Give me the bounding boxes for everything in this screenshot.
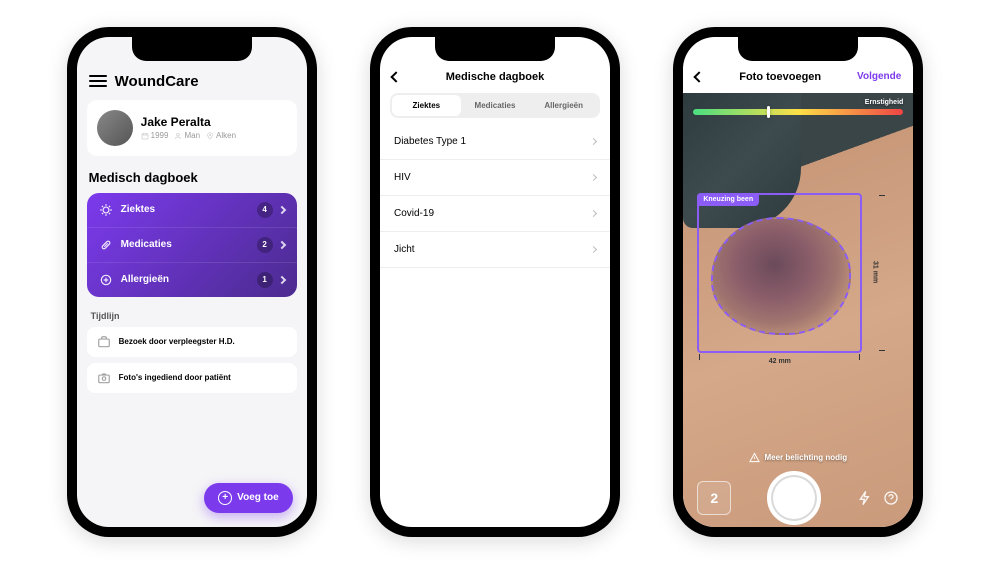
diary-item-ziektes[interactable]: Ziektes 4 <box>87 193 297 228</box>
photo-header: Foto toevoegen Volgende <box>683 67 913 93</box>
patient-name: Jake Peralta <box>141 115 236 129</box>
chevron-right-icon <box>277 275 285 283</box>
phone-frame-1: WoundCare Jake Peralta 1999 Man Alken Me… <box>67 27 317 537</box>
plus-icon: + <box>218 491 232 505</box>
phone-notch <box>132 37 252 61</box>
patient-card[interactable]: Jake Peralta 1999 Man Alken <box>87 100 297 156</box>
screen-diary-list: Medische dagboek Ziektes Medicaties Alle… <box>380 37 610 527</box>
list-item[interactable]: Jicht <box>380 232 610 268</box>
diary-item-allergieen[interactable]: Allergieën 1 <box>87 263 297 297</box>
app-title: WoundCare <box>115 73 199 90</box>
timeline-label: Foto's ingediend door patiënt <box>119 373 231 382</box>
shutter-button[interactable] <box>767 471 821 525</box>
severity-label: Ernstigheid <box>865 99 904 106</box>
diary-card: Ziektes 4 Medicaties 2 Allergieën 1 <box>87 193 297 297</box>
warning-text: Meer belichting nodig <box>764 453 847 462</box>
camera-controls: 2 <box>683 471 913 525</box>
timeline-label: Bezoek door verpleegster H.D. <box>119 337 235 346</box>
flash-icon[interactable] <box>857 490 873 506</box>
pill-icon <box>99 238 113 252</box>
count-badge: 2 <box>257 237 273 253</box>
patient-year: 1999 <box>151 131 169 140</box>
chevron-right-icon <box>590 173 597 180</box>
add-button[interactable]: + Voeg toe <box>204 483 292 513</box>
timeline-item[interactable]: Foto's ingediend door patiënt <box>87 363 297 393</box>
dimension-width: 42 mm <box>699 358 860 365</box>
section-title: Medisch dagboek <box>77 166 307 193</box>
chevron-right-icon <box>590 245 597 252</box>
slider-thumb[interactable] <box>767 106 770 118</box>
tab-allergieen[interactable]: Allergieën <box>529 95 598 116</box>
patient-location: Alken <box>216 131 236 140</box>
segmented-control: Ziektes Medicaties Allergieën <box>390 93 600 118</box>
avatar <box>97 110 133 146</box>
diary-item-medicaties[interactable]: Medicaties 2 <box>87 228 297 263</box>
diary-label: Ziektes <box>121 204 257 215</box>
photo-count[interactable]: 2 <box>697 481 731 515</box>
pin-icon <box>206 132 214 140</box>
list-item[interactable]: Covid-19 <box>380 196 610 232</box>
patient-gender: Man <box>184 131 200 140</box>
count-badge: 4 <box>257 202 273 218</box>
patient-meta: 1999 Man Alken <box>141 131 236 140</box>
dimension-height: 31 mm <box>871 195 878 351</box>
annotation-label: Kneuzing been <box>697 193 759 206</box>
count-badge: 1 <box>257 272 273 288</box>
allergy-icon <box>99 273 113 287</box>
severity-slider[interactable] <box>693 109 903 115</box>
list-label: Diabetes Type 1 <box>394 136 466 147</box>
person-icon <box>174 132 182 140</box>
phone-frame-2: Medische dagboek Ziektes Medicaties Alle… <box>370 27 620 537</box>
chevron-right-icon <box>590 137 597 144</box>
list-label: Jicht <box>394 244 415 255</box>
list-header: Medische dagboek <box>380 67 610 93</box>
fab-label: Voeg toe <box>237 492 278 503</box>
help-icon[interactable] <box>883 490 899 506</box>
wound-outline <box>711 217 851 335</box>
list-item[interactable]: Diabetes Type 1 <box>380 124 610 160</box>
camera-icon <box>97 371 111 385</box>
tab-medicaties[interactable]: Medicaties <box>461 95 530 116</box>
phone-frame-3: Foto toevoegen Volgende Ernstigheid Kneu… <box>673 27 923 537</box>
tab-ziektes[interactable]: Ziektes <box>392 95 461 116</box>
phone-notch <box>738 37 858 61</box>
diary-label: Allergieën <box>121 274 257 285</box>
page-title: Foto toevoegen <box>703 71 857 83</box>
camera-options <box>857 490 899 506</box>
list-item[interactable]: HIV <box>380 160 610 196</box>
list-label: Covid-19 <box>394 208 434 219</box>
photo-viewport: Ernstigheid Kneuzing been 42 mm 31 mm Me… <box>683 93 913 527</box>
chevron-right-icon <box>277 240 285 248</box>
menu-icon[interactable] <box>89 75 107 87</box>
back-icon[interactable] <box>390 71 401 82</box>
screen-dashboard: WoundCare Jake Peralta 1999 Man Alken Me… <box>77 37 307 527</box>
page-title: Medische dagboek <box>446 71 544 83</box>
list-label: HIV <box>394 172 411 183</box>
chevron-right-icon <box>277 205 285 213</box>
chevron-right-icon <box>590 209 597 216</box>
timeline-item[interactable]: Bezoek door verpleegster H.D. <box>87 327 297 357</box>
diary-label: Medicaties <box>121 239 257 250</box>
app-header: WoundCare <box>77 67 307 100</box>
timeline-title: Tijdlijn <box>77 307 307 327</box>
calendar-icon <box>141 132 149 140</box>
screen-photo-capture: Foto toevoegen Volgende Ernstigheid Kneu… <box>683 37 913 527</box>
briefcase-icon <box>97 335 111 349</box>
wound-bounding-box[interactable]: Kneuzing been 42 mm 31 mm <box>697 193 862 353</box>
lighting-warning: Meer belichting nodig <box>683 452 913 463</box>
virus-icon <box>99 203 113 217</box>
warning-icon <box>749 452 760 463</box>
next-button[interactable]: Volgende <box>857 71 901 82</box>
phone-notch <box>435 37 555 61</box>
